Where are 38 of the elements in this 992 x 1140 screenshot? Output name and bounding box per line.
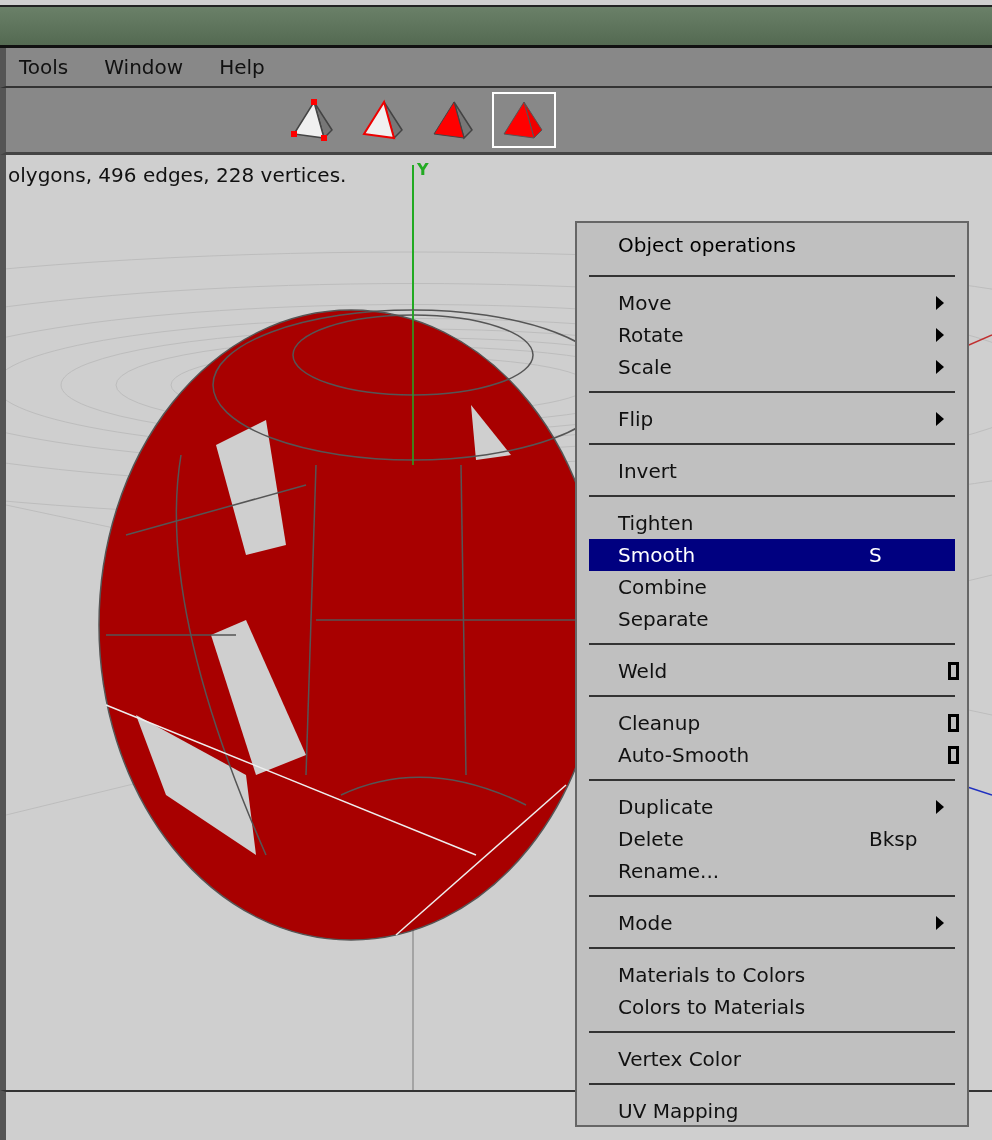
menu-item[interactable]: UV Mapping (589, 1095, 955, 1127)
menu-item[interactable]: Invert (589, 455, 955, 487)
submenu-arrow-icon (935, 359, 945, 375)
mode-button[interactable] (492, 92, 556, 148)
menu-item[interactable]: Vertex Color (589, 1043, 955, 1075)
menu-item[interactable]: Rotate (589, 319, 955, 351)
menu-item[interactable]: Mode (589, 907, 955, 939)
menu-item[interactable]: Auto-Smooth (589, 739, 955, 771)
menu-item[interactable]: Duplicate (589, 791, 955, 823)
menu-item[interactable]: Combine (589, 571, 955, 603)
menu-item[interactable]: Scale (589, 351, 955, 383)
menu-item[interactable]: Separate (589, 603, 955, 635)
option-box-icon[interactable] (948, 714, 959, 732)
menu-item[interactable]: Flip (589, 403, 955, 435)
menu-item[interactable]: Materials to Colors (589, 959, 955, 991)
submenu-arrow-icon (935, 295, 945, 311)
menu-item[interactable]: Rename... (589, 855, 955, 887)
menu-item[interactable]: Cleanup (589, 707, 955, 739)
option-box-icon[interactable] (948, 662, 959, 680)
submenu-arrow-icon (935, 411, 945, 427)
menu-item[interactable]: Tighten (589, 507, 955, 539)
menu-item[interactable]: Delete Bksp (589, 823, 955, 855)
submenu-arrow-icon (935, 915, 945, 931)
menu-item[interactable]: Move (589, 287, 955, 319)
menu-title: Object operations (617, 232, 797, 259)
menu-entry[interactable]: Window (104, 55, 184, 79)
menu-entry[interactable]: Tools (19, 55, 69, 79)
shortcut-text: Bksp (869, 827, 918, 851)
menu-entry[interactable]: Help (219, 55, 265, 79)
status-text: olygons, 496 edges, 228 vertices. (8, 163, 347, 187)
menu-item[interactable]: Smooth S (589, 539, 955, 571)
submenu-arrow-icon (935, 799, 945, 815)
submenu-arrow-icon (935, 327, 945, 343)
menu-item[interactable]: Colors to Materials (589, 991, 955, 1023)
shortcut-text: S (869, 543, 882, 567)
axis-label: Y (417, 160, 429, 179)
option-box-icon[interactable] (948, 746, 959, 764)
menu-item[interactable]: Weld (589, 655, 955, 687)
